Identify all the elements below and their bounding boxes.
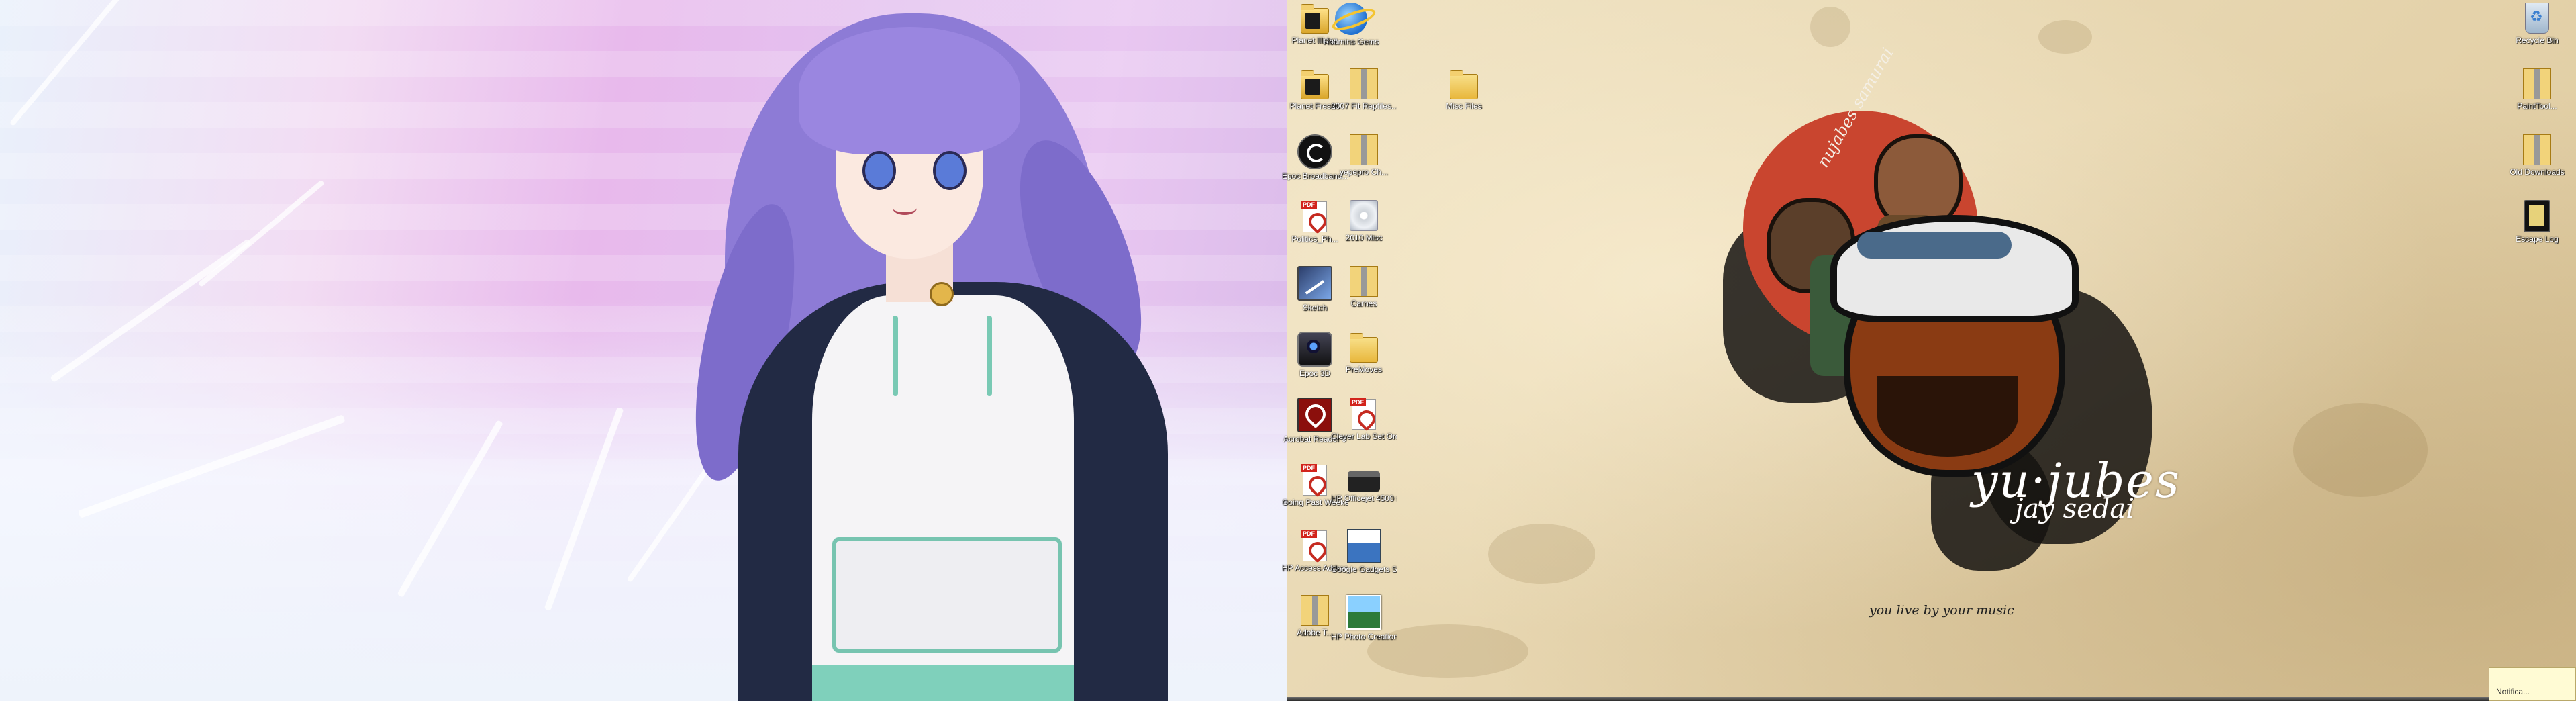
acrobat-icon (1297, 398, 1332, 432)
notification-popup[interactable]: Notifica... (2489, 667, 2576, 701)
taskbar[interactable] (1287, 697, 2576, 701)
desktop-icon-label: Recycle Bin (2516, 36, 2559, 45)
desktop-icon-carnes[interactable]: Carnes (1331, 266, 1397, 330)
desktop-icon-label: Clever Lab Set Ord... (1331, 432, 1397, 441)
desktop-icon-old-downloads[interactable]: Old Downloads (2504, 134, 2570, 199)
desktop-icon-2010-misc[interactable]: 2010 Misc (1331, 200, 1397, 265)
hoodie-hem (812, 665, 1074, 701)
sketch-icon (1297, 266, 1332, 301)
folder-dark-icon (1301, 70, 1329, 99)
desktop-icon-label: HP Officejet 4500 series (1331, 494, 1397, 503)
artwork-tagline: you live by your music (1869, 603, 2014, 618)
desktop-icon-escape-log[interactable]: Escape Log (2504, 200, 2570, 265)
disc-icon (1350, 200, 1378, 231)
gadget-icon (1347, 529, 1381, 563)
printer-icon (1348, 471, 1380, 492)
desktop-icon-label: HP Photo Creations (1331, 633, 1397, 641)
zip-folder-icon (1301, 595, 1329, 626)
desktop-icon-label: Roamins Gems (1323, 38, 1379, 46)
zip-folder-icon (2523, 134, 2551, 165)
app-icon (1297, 134, 1332, 169)
hoodie-string (893, 316, 898, 396)
portrait-beard (1877, 376, 2018, 457)
desktop-icon-label: Misc Files (1446, 102, 1482, 111)
desktop-icon-painttool[interactable]: PaintTool... (2504, 68, 2570, 133)
character-eye (933, 151, 967, 190)
recycle-bin-icon (2525, 3, 2549, 34)
hoodie-string (987, 316, 992, 396)
notification-text: Notifica... (2496, 687, 2530, 696)
desktop-icon-label: PreMoves (1345, 365, 1383, 374)
desktop-icon-label: yepepro Ch... (1339, 168, 1389, 177)
desktop-icon-premoves[interactable]: PreMoves (1331, 332, 1397, 396)
portrait-headphones (1857, 232, 2012, 259)
frost-branch (197, 179, 325, 287)
frost-branch (9, 0, 126, 127)
zip-folder-icon (1350, 134, 1378, 165)
internet-explorer-icon (1335, 3, 1367, 35)
paper-stain (1810, 7, 1850, 47)
pdf-icon (1350, 398, 1376, 430)
zip-folder-icon (1350, 266, 1378, 297)
left-monitor-wallpaper (0, 0, 1287, 701)
folder-icon (1450, 70, 1478, 99)
character-necklace (930, 282, 954, 306)
desktop-icon-recycle-bin[interactable]: Recycle Bin (2504, 3, 2570, 67)
camera-icon (1297, 332, 1332, 367)
zip-folder-icon (2523, 68, 2551, 99)
pdf-icon (1301, 530, 1327, 561)
folder-icon (1350, 333, 1378, 363)
desktop-icon-label: Old Downloads (2510, 168, 2565, 177)
character-bangs (799, 27, 1020, 154)
desktop-icon-2007-fit-reptiles[interactable]: 2007 Fit Reptiles... (1331, 68, 1397, 133)
artwork-subtitle: jay sedai (2015, 494, 2135, 524)
photo-icon (1346, 595, 1381, 630)
desktop-icon-label: Carnes (1350, 299, 1377, 308)
desktop-icon-roamins-gems[interactable]: Roamins Gems (1318, 3, 1384, 67)
pdf-icon (1301, 464, 1327, 496)
paper-stain (2293, 403, 2428, 497)
zip-folder-icon (1350, 68, 1378, 99)
desktop-icon-yepepro[interactable]: yepepro Ch... (1331, 134, 1397, 199)
desktop-icon-hp-photo-creations[interactable]: HP Photo Creations (1331, 595, 1397, 659)
desktop-icon-label: Google Gadgets S... (1331, 565, 1397, 574)
desktop-icon-google-gadgets[interactable]: Google Gadgets S... (1331, 529, 1397, 594)
desktop-icon-hp-officejet[interactable]: HP Officejet 4500 series (1331, 463, 1397, 528)
pdf-icon (1301, 201, 1327, 232)
paper-stain (1488, 524, 1595, 584)
desktop-icon-label: 2010 Misc (1345, 234, 1383, 242)
desktop-icon-misc-files[interactable]: Misc Files (1431, 68, 1497, 133)
movie-icon (2524, 200, 2550, 232)
character-eye (862, 151, 896, 190)
paper-stain (2038, 20, 2092, 54)
desktop-icon-label: Escape Log (2516, 235, 2559, 244)
hoodie-pocket (832, 537, 1062, 653)
desktop-icon-clever-lab[interactable]: Clever Lab Set Ord... (1331, 398, 1397, 462)
desktop-icon-label: PaintTool... (2517, 102, 2557, 111)
character-mouth (893, 201, 917, 215)
desktop-icon-label: 2007 Fit Reptiles... (1331, 102, 1397, 111)
portrait-hat (1830, 215, 2079, 322)
